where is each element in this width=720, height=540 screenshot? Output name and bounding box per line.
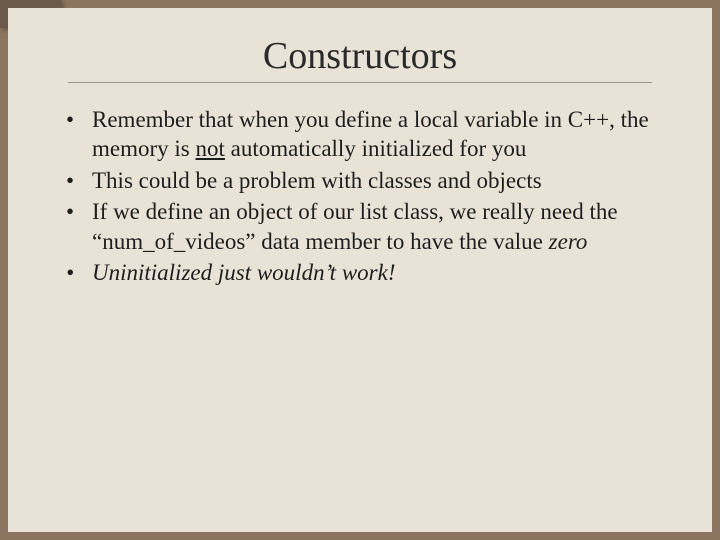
slide-outer-frame: Constructors Remember that when you defi… — [0, 0, 720, 540]
bullet-text-pre: Uninitialized just wouldn’t work! — [92, 260, 395, 285]
slide-title: Constructors — [38, 34, 682, 78]
title-divider — [68, 82, 652, 83]
bullet-item: Remember that when you define a local va… — [66, 105, 672, 164]
bullet-text-post: automatically initialized for you — [225, 136, 526, 161]
bullet-list: Remember that when you define a local va… — [38, 105, 682, 288]
slide-inner-frame: Constructors Remember that when you defi… — [8, 8, 712, 532]
bullet-text-italic-tail: zero — [549, 229, 588, 254]
bullet-item: Uninitialized just wouldn’t work! — [66, 258, 672, 287]
bullet-text-underlined: not — [196, 136, 225, 161]
bullet-text-pre: If we define an object of our list class… — [92, 199, 618, 253]
bullet-item: This could be a problem with classes and… — [66, 166, 672, 195]
bullet-item: If we define an object of our list class… — [66, 197, 672, 256]
bullet-text-pre: This could be a problem with classes and… — [92, 168, 542, 193]
